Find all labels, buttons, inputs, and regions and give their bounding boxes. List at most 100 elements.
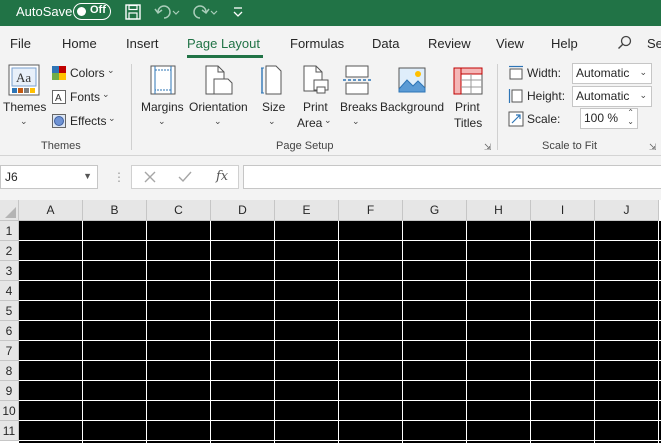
colors-icon[interactable]: [52, 66, 66, 83]
row-header-7[interactable]: 7: [0, 341, 19, 361]
chevron-down-icon: ⌄: [639, 67, 647, 77]
tab-data[interactable]: Data: [372, 36, 399, 51]
column-header-a[interactable]: A: [19, 200, 83, 221]
tab-file[interactable]: File: [10, 36, 31, 51]
tab-view[interactable]: View: [496, 36, 524, 51]
width-dropdown[interactable]: Automatic ⌄: [572, 63, 652, 84]
background-icon[interactable]: [398, 67, 426, 96]
chevron-down-icon: ⌄: [102, 89, 110, 99]
enter-icon[interactable]: [178, 171, 192, 186]
page-setup-dialog-launcher-icon[interactable]: ⇲: [484, 142, 492, 153]
column-header-h[interactable]: H: [467, 200, 531, 221]
row-header-8[interactable]: 8: [0, 361, 19, 381]
select-all-button[interactable]: [0, 200, 19, 221]
column-header-e[interactable]: E: [275, 200, 339, 221]
height-label: Height:: [527, 89, 566, 103]
insert-function-icon[interactable]: fx: [216, 169, 228, 184]
customize-quick-access-icon[interactable]: [232, 5, 244, 22]
cancel-icon[interactable]: [144, 171, 156, 186]
svg-text:A: A: [55, 93, 62, 104]
print-titles-label-2[interactable]: Titles: [454, 116, 482, 130]
breaks-label[interactable]: Breaks: [340, 100, 377, 114]
row-header-9[interactable]: 9: [0, 381, 19, 401]
scale-to-fit-group-label: Scale to Fit: [542, 140, 598, 152]
themes-icon[interactable]: Aa: [8, 64, 40, 99]
orientation-icon[interactable]: [204, 65, 234, 98]
ribbon: Aa Themes ⌄ Colors ⌄ A Fonts ⌄ Effects ⌄…: [0, 60, 661, 156]
column-header-d[interactable]: D: [211, 200, 275, 221]
themes-label[interactable]: Themes: [3, 100, 46, 114]
height-dropdown[interactable]: Automatic ⌄: [572, 86, 652, 107]
scale-to-fit-dialog-launcher-icon[interactable]: ⇲: [649, 142, 657, 153]
chevron-down-icon: ⌄: [352, 116, 360, 126]
spin-down-icon[interactable]: ⌄: [627, 117, 634, 126]
tab-home[interactable]: Home: [62, 36, 97, 51]
column-header-b[interactable]: B: [83, 200, 147, 221]
formula-bar: J6 ▼ ⋮ fx: [0, 156, 661, 200]
chevron-down-icon: ⌄: [324, 115, 332, 125]
print-area-label-2[interactable]: Area: [297, 116, 322, 130]
chevron-down-icon: ⌄: [158, 116, 166, 126]
active-tab-indicator: [187, 55, 263, 58]
tab-formulas[interactable]: Formulas: [290, 36, 344, 51]
row-header-11[interactable]: 11: [0, 421, 19, 441]
search-icon[interactable]: [617, 35, 633, 54]
scale-icon: [508, 111, 524, 130]
name-box[interactable]: J6 ▼: [0, 165, 98, 189]
scale-spinner[interactable]: 100 % ⌃ ⌄: [580, 108, 638, 129]
effects-icon[interactable]: [52, 114, 66, 131]
tab-review[interactable]: Review: [428, 36, 471, 51]
scale-label: Scale:: [527, 112, 561, 126]
scale-value: 100 %: [584, 111, 619, 125]
row-header-2[interactable]: 2: [0, 241, 19, 261]
tab-help[interactable]: Help: [551, 36, 578, 51]
tell-me-search[interactable]: Se: [647, 36, 661, 51]
name-box-value: J6: [5, 170, 18, 184]
ribbon-tabs: File Home Insert Page Layout Formulas Da…: [0, 26, 661, 60]
row-header-5[interactable]: 5: [0, 301, 19, 321]
cell-area[interactable]: [19, 221, 661, 443]
chevron-down-icon[interactable]: ▼: [83, 171, 92, 181]
fonts-icon[interactable]: A: [52, 90, 66, 107]
formula-bar-resize-handle[interactable]: ⋮: [113, 170, 125, 184]
breaks-icon[interactable]: [343, 65, 371, 98]
column-header-j[interactable]: J: [595, 200, 659, 221]
column-header-c[interactable]: C: [147, 200, 211, 221]
formula-input[interactable]: [243, 165, 661, 189]
fonts-label[interactable]: Fonts: [70, 90, 100, 104]
chevron-down-icon: ⌄: [214, 116, 222, 126]
tab-insert[interactable]: Insert: [126, 36, 159, 51]
group-divider: [497, 64, 498, 150]
autosave-label: AutoSave: [16, 4, 73, 19]
height-value: Automatic: [576, 89, 630, 103]
group-divider: [131, 64, 132, 150]
save-icon[interactable]: [124, 3, 142, 24]
tab-page-layout[interactable]: Page Layout: [187, 36, 260, 51]
margins-icon[interactable]: [150, 65, 176, 98]
chevron-down-icon: ⌄: [108, 113, 116, 123]
spin-up-icon[interactable]: ⌃: [627, 108, 634, 117]
autosave-toggle[interactable]: Off: [73, 3, 111, 20]
orientation-label[interactable]: Orientation: [189, 100, 248, 114]
print-titles-icon[interactable]: [453, 67, 483, 98]
print-area-label-1[interactable]: Print: [303, 100, 328, 114]
column-header-g[interactable]: G: [403, 200, 467, 221]
row-header-6[interactable]: 6: [0, 321, 19, 341]
row-header-1[interactable]: 1: [0, 221, 19, 241]
background-label[interactable]: Background: [380, 100, 444, 114]
row-header-4[interactable]: 4: [0, 281, 19, 301]
redo-icon[interactable]: [192, 3, 218, 24]
column-header-i[interactable]: I: [531, 200, 595, 221]
size-icon[interactable]: [261, 65, 283, 98]
row-header-3[interactable]: 3: [0, 261, 19, 281]
size-label[interactable]: Size: [262, 100, 285, 114]
row-header-10[interactable]: 10: [0, 401, 19, 421]
print-titles-label-1[interactable]: Print: [455, 100, 480, 114]
column-header-f[interactable]: F: [339, 200, 403, 221]
undo-icon[interactable]: [154, 3, 180, 24]
effects-label[interactable]: Effects: [70, 114, 106, 128]
width-icon: [508, 65, 524, 84]
print-area-icon[interactable]: [302, 65, 330, 98]
colors-label[interactable]: Colors: [70, 66, 105, 80]
margins-label[interactable]: Margins: [141, 100, 184, 114]
